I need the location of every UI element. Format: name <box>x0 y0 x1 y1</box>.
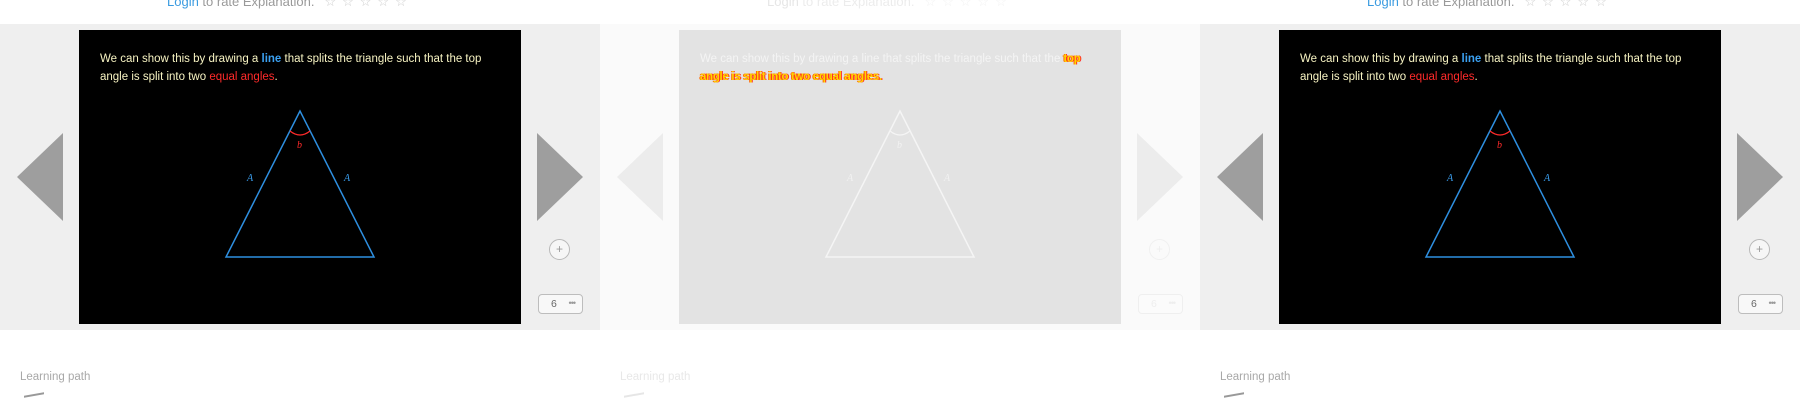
slide-canvas: We can show this by drawing a line that … <box>79 30 521 324</box>
login-link[interactable]: Login <box>1367 0 1399 9</box>
side-label-left: A <box>246 173 254 184</box>
rate-row: Login to rate Explanation. ☆☆☆☆☆ <box>167 0 413 12</box>
isosceles-triangle <box>824 109 976 258</box>
learning-path-icon[interactable] <box>1224 392 1244 400</box>
more-dots-icon: ••• <box>1168 298 1177 308</box>
triangle-left-arrow-icon <box>617 133 663 221</box>
isosceles-triangle <box>224 109 376 258</box>
triangle-diagram: b A A <box>224 109 376 258</box>
slide-number: 6 <box>551 298 557 310</box>
slide-counter-button[interactable]: 6 ••• <box>538 294 583 314</box>
learning-path-icon[interactable] <box>624 392 644 400</box>
rating-stars[interactable]: ☆☆☆☆☆ <box>1524 0 1612 10</box>
rate-row: Login to rate Explanation. ☆☆☆☆☆ <box>767 0 1013 12</box>
angle-label: b <box>1497 140 1502 151</box>
zoom-button[interactable]: + <box>1149 239 1170 260</box>
triangle-right-arrow-icon <box>1137 133 1183 221</box>
top-angle-arc <box>289 130 311 136</box>
slide-canvas: We can show this by drawing a line that … <box>679 30 1121 324</box>
side-label-right: A <box>1543 173 1551 184</box>
rating-stars[interactable]: ☆☆☆☆☆ <box>324 0 412 10</box>
next-slide-button[interactable] <box>1137 133 1183 221</box>
side-label-right: A <box>343 173 351 184</box>
triangle-right-arrow-icon <box>1737 133 1783 221</box>
triangle-left-arrow-icon <box>17 133 63 221</box>
slide-number: 6 <box>1151 298 1157 310</box>
next-slide-button[interactable] <box>537 133 583 221</box>
rating-stars[interactable]: ☆☆☆☆☆ <box>924 0 1012 10</box>
side-label-left: A <box>846 173 854 184</box>
learning-path-label: Learning path <box>20 371 91 383</box>
zoom-button[interactable]: + <box>1749 239 1770 260</box>
zoom-plus-icon: + <box>1155 242 1163 256</box>
slide-canvas: We can show this by drawing a line that … <box>1279 30 1721 324</box>
page: Login to rate Explanation. ☆☆☆☆☆ We can s… <box>0 0 1800 400</box>
zoom-plus-icon: + <box>555 242 563 256</box>
previous-slide-button[interactable] <box>617 133 663 221</box>
isosceles-triangle <box>1424 109 1576 258</box>
login-link[interactable]: Login <box>167 0 199 9</box>
triangle-left-arrow-icon <box>1217 133 1263 221</box>
learning-path-label: Learning path <box>1220 371 1291 383</box>
angle-label: b <box>897 140 902 151</box>
triangle-diagram: b A A <box>824 109 976 258</box>
side-label-left: A <box>1446 173 1454 184</box>
explanation-panel-right: Login to rate Explanation. ☆☆☆☆☆ We can s… <box>1200 0 1800 400</box>
triangle-diagram: b A A <box>1424 109 1576 258</box>
previous-slide-button[interactable] <box>17 133 63 221</box>
previous-slide-button[interactable] <box>1217 133 1263 221</box>
explanation-panel-left: Login to rate Explanation. ☆☆☆☆☆ We can s… <box>0 0 600 400</box>
zoom-plus-icon: + <box>1755 242 1763 256</box>
explanation-panel-middle: Login to rate Explanation. ☆☆☆☆☆ We can s… <box>600 0 1200 400</box>
top-angle-arc <box>889 130 911 136</box>
rate-text: to rate Explanation. <box>1398 0 1515 9</box>
rate-text: to rate Explanation. <box>198 0 315 9</box>
slide-counter-button[interactable]: 6 ••• <box>1138 294 1183 314</box>
next-slide-button[interactable] <box>1737 133 1783 221</box>
zoom-button[interactable]: + <box>549 239 570 260</box>
side-label-right: A <box>943 173 951 184</box>
slide-counter-button[interactable]: 6 ••• <box>1738 294 1783 314</box>
angle-label: b <box>297 140 302 151</box>
learning-path-icon[interactable] <box>24 392 44 400</box>
rate-text: to rate Explanation. <box>798 0 915 9</box>
top-angle-arc <box>1489 130 1511 136</box>
rate-row: Login to rate Explanation. ☆☆☆☆☆ <box>1367 0 1613 12</box>
learning-path-label: Learning path <box>620 371 691 383</box>
login-link[interactable]: Login <box>767 0 799 9</box>
slide-number: 6 <box>1751 298 1757 310</box>
triangle-right-arrow-icon <box>537 133 583 221</box>
more-dots-icon: ••• <box>568 298 577 308</box>
more-dots-icon: ••• <box>1768 298 1777 308</box>
